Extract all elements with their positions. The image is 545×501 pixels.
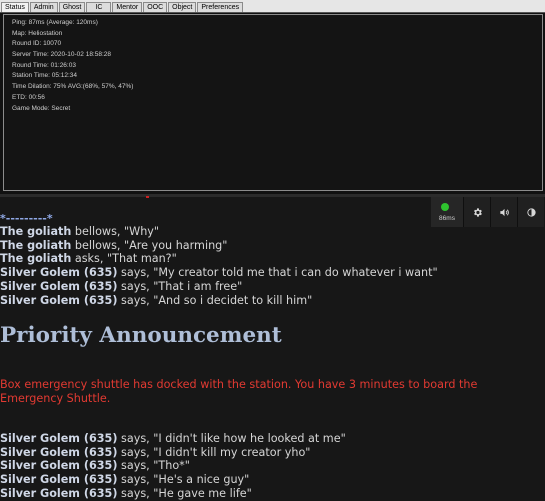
- chat-text: bellows, "Why": [71, 225, 160, 238]
- divider-mark: [146, 196, 149, 198]
- status-round-time: Round Time: 01:26:03: [12, 61, 76, 69]
- chat-speaker[interactable]: Silver Golem (635): [0, 266, 117, 279]
- tab-bar: Status Admin Ghost IC Mentor OOC Object …: [0, 0, 545, 12]
- chat-message: The goliath bellows, "Are you harming": [0, 239, 545, 253]
- chat-message: Silver Golem (635) says, "And so i decid…: [0, 294, 545, 308]
- announcement-title: Priority Announcement: [0, 323, 282, 348]
- status-map: Map: Heliostation: [12, 29, 63, 37]
- status-station-time: Station Time: 05:12:34: [12, 72, 78, 80]
- chat-message: Silver Golem (635) says, "He gave me lif…: [0, 487, 346, 501]
- status-game-mode: Game Mode: Secret: [12, 104, 71, 112]
- chat-message: The goliath asks, "That man?": [0, 252, 545, 266]
- tab-preferences[interactable]: Preferences: [197, 2, 244, 12]
- chat-text: bellows, "Are you harming": [71, 238, 228, 252]
- status-server-time: Server Time: 2020-10-02 18:58:28: [12, 51, 112, 59]
- tab-object[interactable]: Object: [168, 2, 197, 12]
- chat-message: Silver Golem (635) says, "I didn't kill …: [0, 446, 346, 460]
- status-info-box: Ping: 87ms (Average: 120ms) Map: Heliost…: [3, 14, 543, 191]
- chat-speaker[interactable]: The goliath: [0, 225, 71, 238]
- chat-speaker[interactable]: Silver Golem (635): [0, 432, 117, 445]
- chat-text: says, "He gave me life": [117, 486, 252, 500]
- chat-message: Silver Golem (635) says, "Tho*": [0, 459, 346, 473]
- announcement-body: Box emergency shuttle has docked with th…: [0, 378, 478, 405]
- ping-status-icon: [441, 203, 449, 211]
- chat-message: Silver Golem (635) says, "My creator tol…: [0, 266, 545, 280]
- chat-text: says, "Tho*": [117, 459, 190, 473]
- tab-admin[interactable]: Admin: [29, 2, 58, 12]
- chat-speaker[interactable]: Silver Golem (635): [0, 446, 117, 459]
- chat-speaker[interactable]: The goliath: [0, 239, 71, 252]
- chat-text: says, "My creator told me that i can do …: [117, 266, 438, 280]
- chat-separator: *---------*: [0, 212, 53, 225]
- chat-message: Silver Golem (635) says, "I didn't like …: [0, 432, 346, 446]
- status-panel: Ping: 87ms (Average: 120ms) Map: Heliost…: [0, 12, 545, 194]
- chat-message: Silver Golem (635) says, "That i am free…: [0, 280, 545, 294]
- tab-ghost[interactable]: Ghost: [58, 2, 86, 12]
- tab-mentor[interactable]: Mentor: [112, 2, 143, 12]
- chat-text: says, "He's a nice guy": [117, 473, 250, 487]
- chat-log-continued: Silver Golem (635) says, "I didn't like …: [0, 432, 346, 501]
- chat-speaker[interactable]: Silver Golem (635): [0, 294, 117, 307]
- status-round-id: Round ID: 10070: [12, 40, 62, 48]
- chat-log: *---------* The goliath bellows, "Why" T…: [0, 212, 545, 307]
- chat-speaker[interactable]: The goliath: [0, 252, 71, 265]
- tab-ooc[interactable]: OOC: [143, 2, 168, 12]
- chat-message: The goliath bellows, "Why": [0, 225, 545, 239]
- chat-speaker[interactable]: Silver Golem (635): [0, 473, 117, 486]
- tab-ic[interactable]: IC: [86, 2, 112, 12]
- status-ping: Ping: 87ms (Average: 120ms): [12, 19, 98, 26]
- chat-speaker[interactable]: Silver Golem (635): [0, 459, 117, 472]
- status-time-dilation: Time Dilation: 75% AVG:(68%, 57%, 47%): [12, 83, 134, 91]
- status-etd: ETD: 00:56: [12, 93, 45, 101]
- chat-text: says, "I didn't kill my creator yho": [117, 445, 311, 459]
- chat-text: asks, "That man?": [71, 252, 177, 266]
- chat-text: says, "That i am free": [117, 279, 243, 293]
- chat-text: says, "And so i decidet to kill him": [117, 293, 313, 307]
- chat-message: Silver Golem (635) says, "He's a nice gu…: [0, 473, 346, 487]
- tab-status[interactable]: Status: [1, 2, 29, 12]
- chat-speaker[interactable]: Silver Golem (635): [0, 280, 117, 293]
- chat-text: says, "I didn't like how he looked at me…: [117, 432, 346, 445]
- chat-speaker[interactable]: Silver Golem (635): [0, 487, 117, 500]
